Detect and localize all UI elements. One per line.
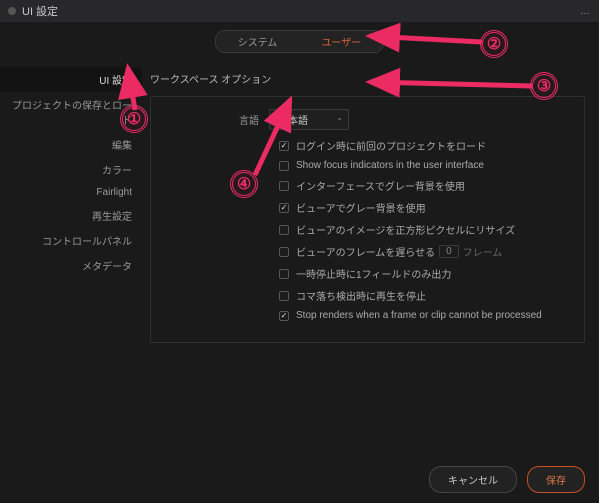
window-dot — [8, 7, 16, 15]
cancel-button[interactable]: キャンセル — [429, 466, 517, 493]
option-row-7: コマ落ち検出時に再生を停止 — [165, 288, 570, 303]
sidebar-item-color[interactable]: カラー — [0, 157, 142, 182]
option-row-4: ビューアのイメージを正方形ピクセルにリサイズ — [165, 222, 570, 237]
sidebar-item-ui-settings[interactable]: UI 設定 — [0, 67, 142, 92]
checkbox-5[interactable] — [279, 247, 289, 257]
sidebar-item-control-panel[interactable]: コントロールパネル — [0, 228, 142, 253]
checkbox-label-7: コマ落ち検出時に再生を停止 — [296, 288, 426, 303]
section-title: ワークスペース オプション — [150, 65, 585, 96]
sidebar-item-playback[interactable]: 再生設定 — [0, 203, 142, 228]
option-row-5: ビューアのフレームを遅らせる 0 フレーム — [165, 244, 570, 259]
checkbox-label-0: ログイン時に前回のプロジェクトをロード — [296, 138, 486, 153]
checkbox-label-1: Show focus indicators in the user interf… — [296, 160, 484, 171]
option-row-1: Show focus indicators in the user interf… — [165, 160, 570, 171]
checkbox-8[interactable] — [279, 311, 289, 321]
tab-user[interactable]: ユーザー — [299, 31, 383, 52]
sidebar-item-edit[interactable]: 編集 — [0, 132, 142, 157]
frame-delay-input[interactable]: 0 — [439, 245, 459, 258]
checkbox-1[interactable] — [279, 161, 289, 171]
window-more-icon[interactable]: … — [580, 6, 591, 17]
frame-delay-unit: フレーム — [463, 244, 503, 259]
window-title: UI 設定 — [22, 3, 58, 19]
top-tab-switch: システム ユーザー — [0, 30, 599, 53]
option-row-6: 一時停止時に1フィールドのみ出力 — [165, 266, 570, 281]
checkbox-0[interactable] — [279, 141, 289, 151]
sidebar-item-metadata[interactable]: メタデータ — [0, 253, 142, 278]
checkbox-7[interactable] — [279, 291, 289, 301]
options-panel: 言語 日本語 ⌄ ログイン時に前回のプロジェクトをロード Show focus i… — [150, 96, 585, 343]
option-row-2: インターフェースでグレー背景を使用 — [165, 178, 570, 193]
option-row-0: ログイン時に前回のプロジェクトをロード — [165, 138, 570, 153]
checkbox-label-4: ビューアのイメージを正方形ピクセルにリサイズ — [296, 222, 515, 237]
language-value: 日本語 — [278, 116, 308, 127]
titlebar: UI 設定 … — [0, 0, 599, 22]
option-row-3: ビューアでグレー背景を使用 — [165, 200, 570, 215]
option-row-8: Stop renders when a frame or clip cannot… — [165, 310, 570, 321]
save-button[interactable]: 保存 — [527, 466, 585, 493]
checkbox-3[interactable] — [279, 203, 289, 213]
language-select[interactable]: 日本語 ⌄ — [269, 109, 349, 130]
sidebar: UI 設定 プロジェクトの保存とロード 編集 カラー Fairlight 再生設… — [0, 65, 142, 343]
checkbox-4[interactable] — [279, 225, 289, 235]
sidebar-item-project-save-load[interactable]: プロジェクトの保存とロード — [0, 92, 142, 132]
checkbox-label-2: インターフェースでグレー背景を使用 — [296, 178, 465, 193]
language-label: 言語 — [165, 112, 269, 127]
chevron-down-icon: ⌄ — [336, 113, 343, 122]
tab-system[interactable]: システム — [216, 31, 300, 52]
checkbox-label-8: Stop renders when a frame or clip cannot… — [296, 310, 542, 321]
sidebar-item-fairlight[interactable]: Fairlight — [0, 182, 142, 203]
checkbox-label-6: 一時停止時に1フィールドのみ出力 — [296, 266, 451, 281]
checkbox-6[interactable] — [279, 269, 289, 279]
checkbox-label-5: ビューアのフレームを遅らせる — [296, 244, 435, 259]
checkbox-2[interactable] — [279, 181, 289, 191]
checkbox-label-3: ビューアでグレー背景を使用 — [296, 200, 426, 215]
